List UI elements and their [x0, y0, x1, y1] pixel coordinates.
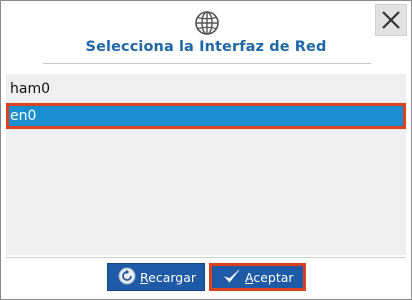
footer-divider — [6, 257, 406, 258]
list-item-en0[interactable]: en0 — [6, 103, 406, 129]
reload-button[interactable]: Recargar — [107, 263, 205, 291]
list-item-label: ham0 — [10, 81, 50, 97]
accept-button[interactable]: Aceptar — [209, 263, 306, 291]
list-item-label: en0 — [10, 108, 37, 124]
network-interface-dialog: Selecciona la Interfaz de Red ham0 en0 R… — [0, 0, 412, 300]
checkmark-icon — [223, 267, 241, 288]
globe-icon — [193, 9, 221, 37]
refresh-icon — [118, 267, 136, 288]
list-item-ham0[interactable]: ham0 — [6, 76, 406, 102]
interface-list[interactable]: ham0 en0 — [6, 74, 406, 255]
dialog-title: Selecciona la Interfaz de Red — [85, 39, 327, 55]
accept-button-label: Aceptar — [245, 269, 294, 285]
close-button[interactable] — [375, 4, 407, 36]
reload-button-label: Recargar — [140, 269, 197, 285]
title-divider — [43, 63, 371, 64]
